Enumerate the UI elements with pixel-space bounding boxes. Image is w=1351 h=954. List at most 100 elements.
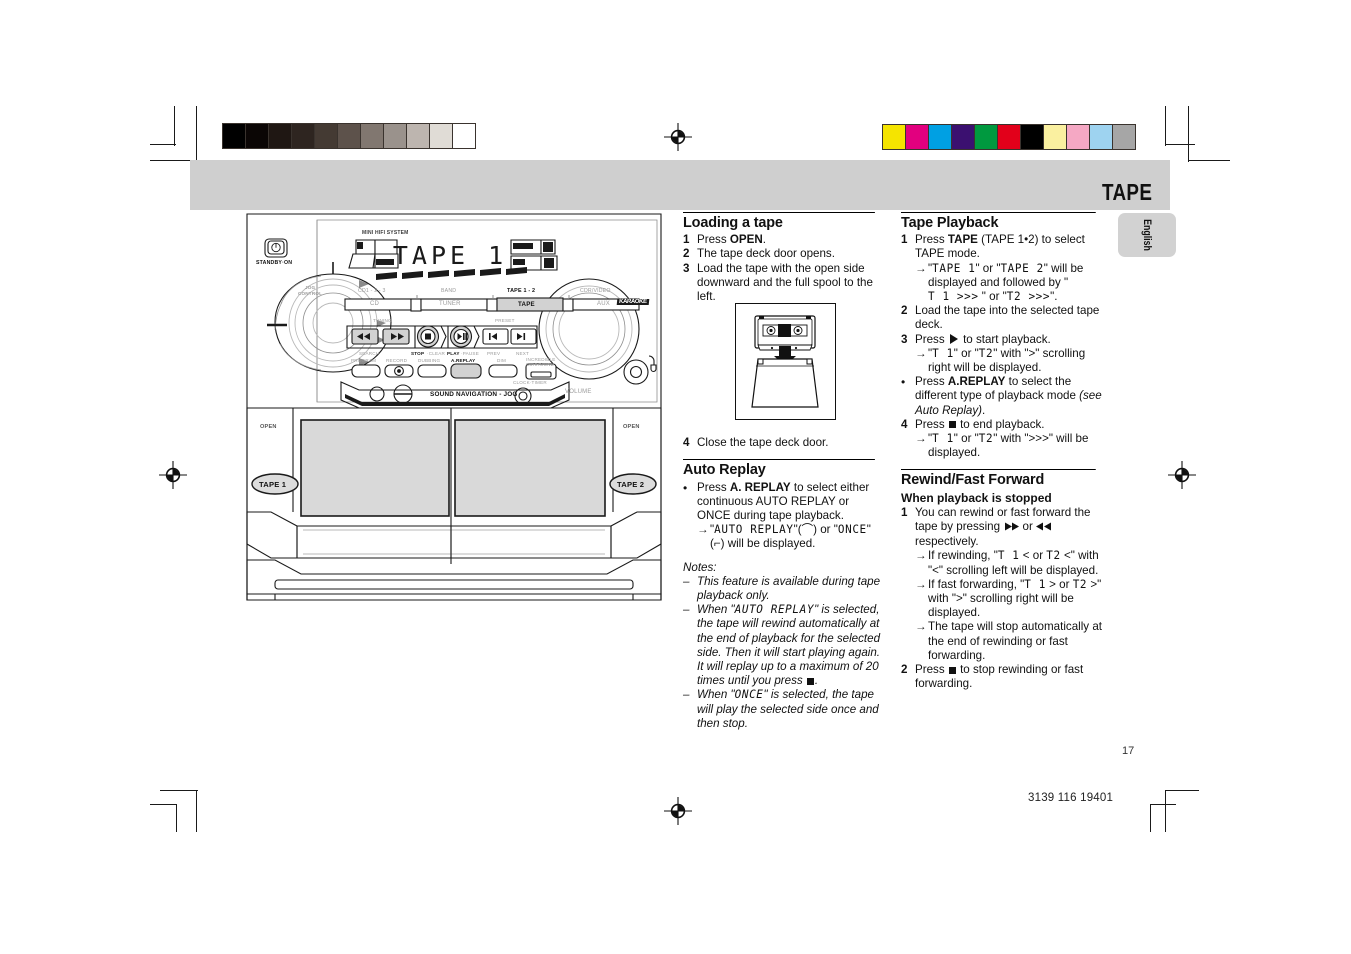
list-item: 1 You can rewind or fast forward the tap… bbox=[901, 506, 1106, 550]
crop-mark-bl-h bbox=[160, 790, 198, 792]
step-text-a: Press bbox=[915, 332, 948, 346]
step-number: 2 bbox=[901, 663, 908, 677]
note-pre: When " bbox=[697, 688, 735, 702]
lcd-text: T2 bbox=[1046, 548, 1061, 563]
sub-note: → The tape will stop automatically at th… bbox=[915, 620, 1106, 663]
bullet-text-a: Press bbox=[915, 375, 948, 389]
mid-text: > or bbox=[1045, 577, 1073, 591]
registration-mark-top bbox=[664, 123, 692, 151]
lcd-text: T 1 bbox=[997, 548, 1020, 563]
list-item: 3 Press to start playback. bbox=[901, 333, 1106, 347]
hifi-source-button-tape: TAPE bbox=[518, 301, 535, 308]
bullet-icon: • bbox=[683, 480, 688, 495]
hifi-source-top-label-cdr: CDR/VIDEO bbox=[580, 288, 611, 294]
arrow-icon: → bbox=[915, 432, 927, 446]
hifi-source-top-label-cd: CD1 - 2 - 3 bbox=[358, 288, 386, 294]
language-tab-english: English bbox=[1118, 213, 1176, 257]
lcd-text: T 1 bbox=[932, 431, 954, 446]
step-text-b: . bbox=[762, 233, 766, 247]
hifi-tuning-label: TUNING bbox=[373, 318, 392, 323]
sub-note-text: If rewinding, "T 1 < or T2 <" with "<" s… bbox=[928, 549, 1106, 577]
step-number: 3 bbox=[901, 332, 908, 346]
note-text: When "ONCE" is selected, the tape will p… bbox=[697, 688, 885, 731]
lcd-text: T 1 >>> bbox=[928, 289, 979, 304]
hifi-label-search: SEARCH bbox=[359, 351, 380, 356]
lcd-text: TAPE 1 bbox=[932, 261, 976, 276]
color-calibration-bar bbox=[882, 124, 1136, 150]
lcd-text: T2 >>> bbox=[1006, 289, 1051, 304]
mid-text: " or " bbox=[953, 432, 979, 446]
hifi-label-areplay: A.REPLAY bbox=[451, 358, 476, 363]
step-text: Load the tape with the open side downwar… bbox=[697, 261, 873, 304]
hifi-clock-timer-label: CLOCK·TIMER bbox=[513, 380, 547, 385]
grey-swatch-1 bbox=[246, 124, 269, 148]
hifi-source-top-label-band: BAND bbox=[441, 288, 457, 294]
hifi-label-incredible-surround: INCREDIBLE SURROUND bbox=[526, 357, 556, 367]
hifi-open-right-label: OPEN bbox=[623, 424, 640, 430]
step-number: 2 bbox=[683, 247, 690, 261]
hifi-label-play: PLAY bbox=[447, 351, 460, 356]
step-text-bold: OPEN bbox=[729, 233, 763, 247]
greyscale-calibration-bar bbox=[222, 123, 476, 149]
color-swatch-5 bbox=[998, 125, 1021, 149]
mid-text: "(⌒) or " bbox=[793, 523, 838, 537]
arrow-icon: → bbox=[697, 523, 709, 537]
page-header-band: TAPE bbox=[190, 160, 1170, 210]
crop-mark-tl-v bbox=[196, 106, 198, 162]
stop-square-icon bbox=[948, 421, 956, 429]
sub-note-text: If fast forwarding, "T 1 > or T2 >" with… bbox=[928, 577, 1106, 621]
sub-note-text: "T 1" or "T2" with ">" scrolling right w… bbox=[928, 346, 1106, 375]
step-text-a: Press bbox=[915, 233, 948, 247]
hifi-source-button-tuner: TUNER bbox=[439, 301, 461, 307]
grey-swatch-5 bbox=[338, 124, 361, 148]
color-swatch-1 bbox=[906, 125, 929, 149]
sub-note: → "AUTO REPLAY"(⌒) or "ONCE"(⌐) will be … bbox=[697, 523, 885, 551]
list-item: 2 The tape deck door opens. bbox=[683, 247, 885, 261]
step-number: 1 bbox=[901, 505, 908, 519]
post-text: ". bbox=[1050, 290, 1058, 304]
heading-rewind-fast-forward: Rewind/Fast Forward bbox=[901, 469, 1096, 488]
step-text-a: Press bbox=[915, 417, 948, 431]
note-text: This feature is available during tape pl… bbox=[697, 574, 881, 603]
grey-swatch-3 bbox=[292, 124, 315, 148]
color-swatch-4 bbox=[975, 125, 998, 149]
hifi-system-illustration: .st{fill:none;stroke:#1a1a1a;stroke-widt… bbox=[245, 212, 663, 602]
list-item: 1 Press OPEN. bbox=[683, 233, 885, 247]
bullet-text-bold: A. REPLAY bbox=[729, 480, 791, 494]
bullet-text-a: Press bbox=[697, 480, 730, 494]
sub-note: → "T 1" or "T2" with ">" scrolling right… bbox=[915, 346, 1106, 375]
lcd-text: TAPE 2 bbox=[1000, 261, 1044, 276]
note-pre: If fast forwarding, " bbox=[928, 577, 1025, 591]
sub-note: → "TAPE 1" or "TAPE 2" will be displayed… bbox=[915, 261, 1106, 305]
list-item: 1 Press TAPE (TAPE 1•2) to select TAPE m… bbox=[901, 233, 1106, 261]
heading-loading-a-tape: Loading a tape bbox=[683, 212, 875, 230]
registration-mark-right bbox=[1168, 461, 1196, 489]
registration-mark-bottom bbox=[664, 797, 692, 825]
color-swatch-3 bbox=[952, 125, 975, 149]
registration-mark-left bbox=[159, 461, 187, 489]
grey-swatch-8 bbox=[407, 124, 430, 148]
hifi-mini-hifi-label: MINI HIFI SYSTEM bbox=[362, 230, 409, 236]
arrow-icon: → bbox=[915, 346, 927, 360]
lcd-text: T 1 bbox=[1024, 577, 1046, 592]
grey-swatch-7 bbox=[384, 124, 407, 148]
crop-mark-br2-h bbox=[1150, 804, 1176, 806]
hifi-label-clear: ·CLEAR bbox=[427, 351, 446, 356]
list-item: • Press A. REPLAY to select either conti… bbox=[683, 481, 885, 524]
arrow-icon: → bbox=[915, 577, 927, 591]
bullet-text-bold: A.REPLAY bbox=[947, 375, 1006, 389]
column-loading-auto-replay: Loading a tape 1 Press OPEN. 2 The tape … bbox=[683, 212, 885, 731]
mid-text: " or " bbox=[953, 346, 979, 360]
hifi-label-program: PROGRAM bbox=[351, 358, 377, 363]
color-swatch-10 bbox=[1113, 125, 1135, 149]
stop-square-icon bbox=[806, 677, 814, 685]
sub-note-text: "T 1" or "T2" with ">>>" will be display… bbox=[928, 431, 1106, 460]
rewind-icon bbox=[1003, 521, 1020, 535]
grey-swatch-6 bbox=[361, 124, 384, 148]
note-text: When "AUTO REPLAY" is selected, the tape… bbox=[697, 602, 881, 688]
step-text: Press to stop rewinding or fast forwardi… bbox=[915, 663, 1106, 691]
fast-forward-icon bbox=[1036, 521, 1052, 535]
lcd-text: T2 bbox=[1072, 577, 1088, 592]
mid-text: " or " bbox=[975, 261, 1001, 275]
figure-spacer bbox=[683, 304, 885, 436]
